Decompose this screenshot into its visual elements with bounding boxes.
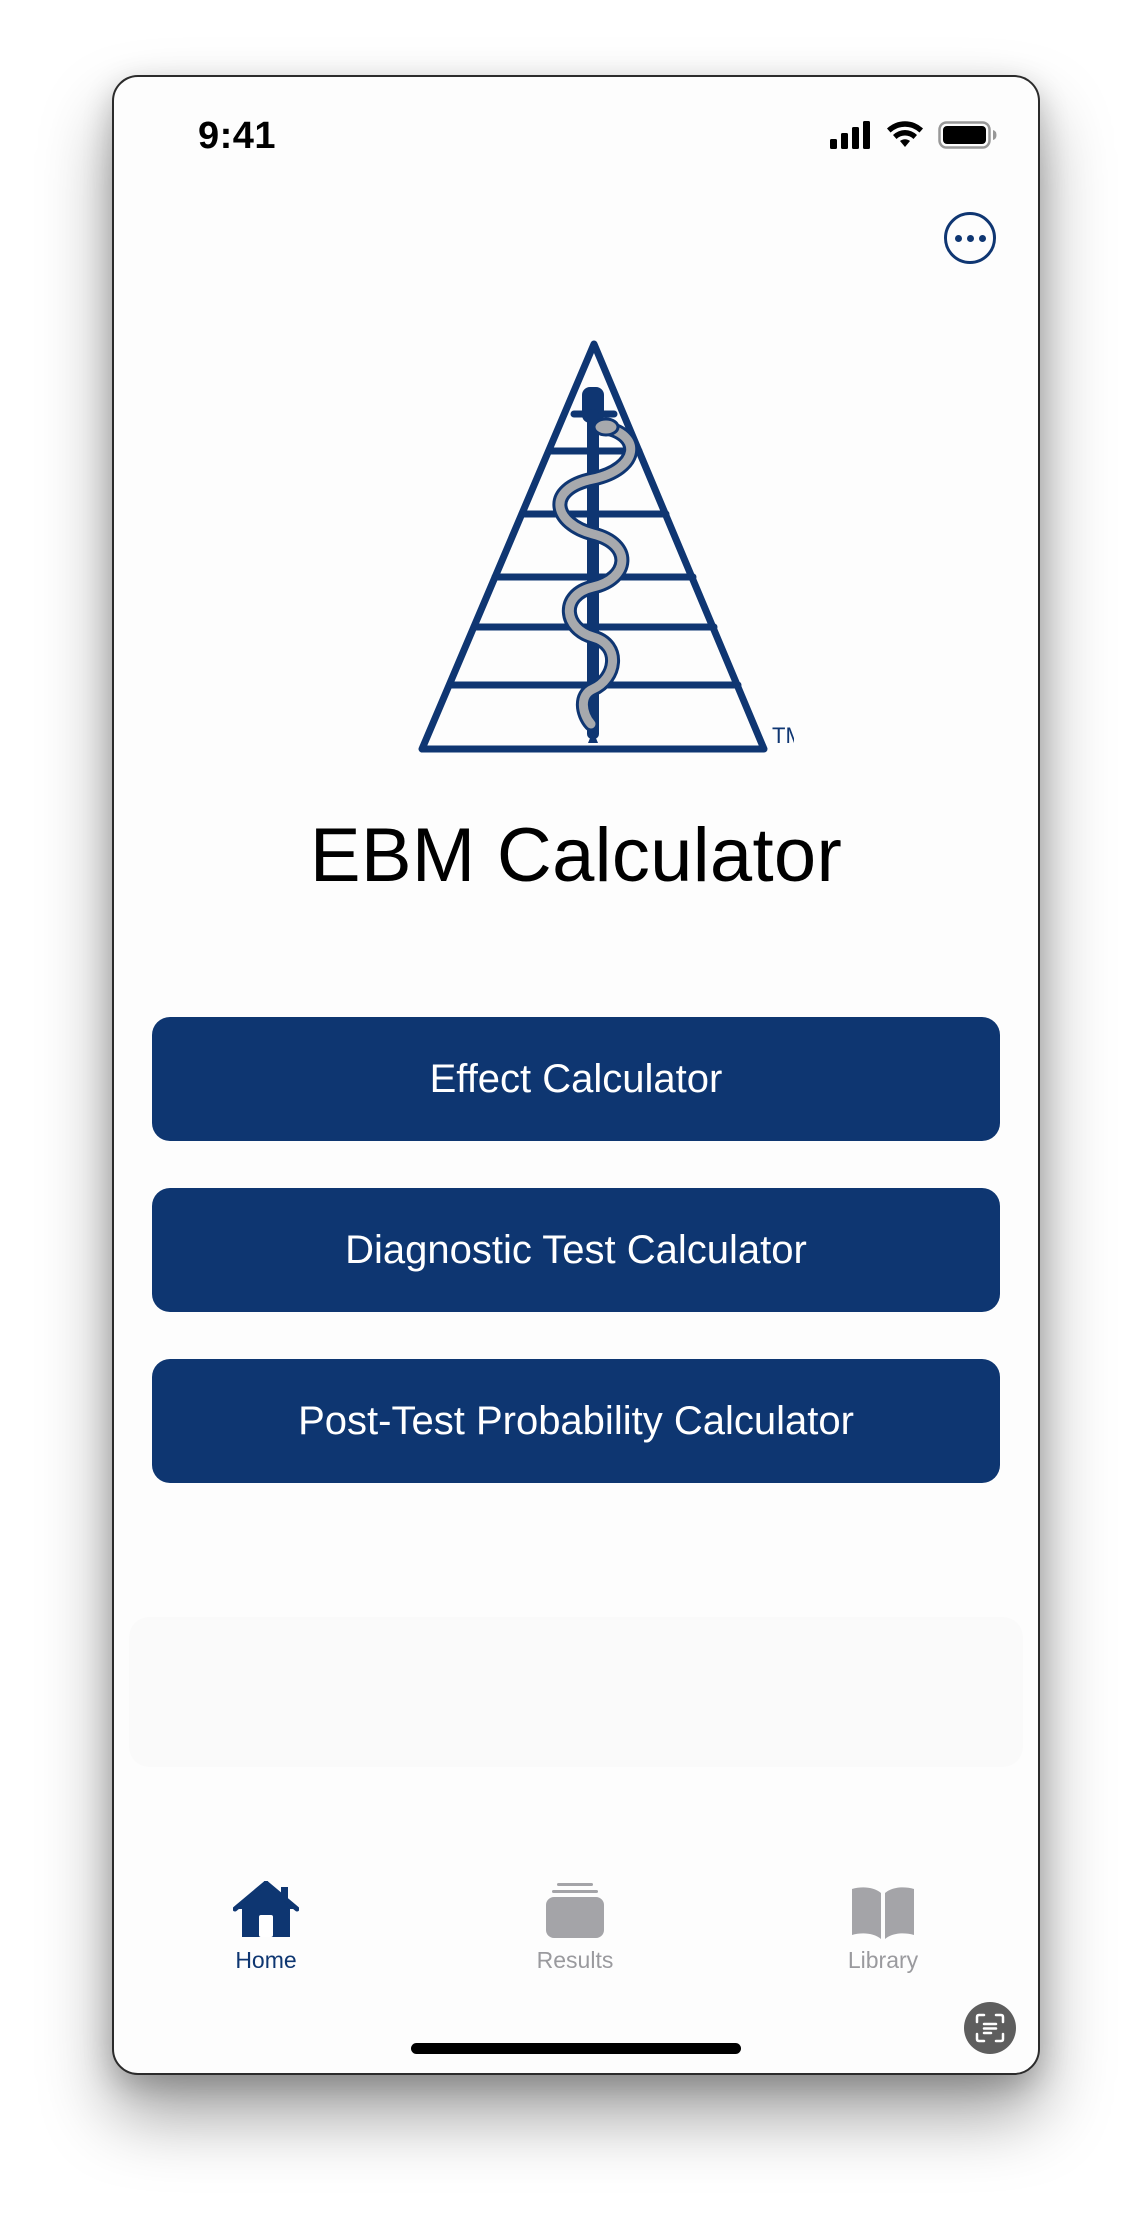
live-text-scan-button[interactable]	[964, 2002, 1016, 2054]
phone-screen: 9:41 T EBM Calculator Effect Calculator …	[112, 75, 1040, 2075]
home-indicator[interactable]	[411, 2043, 741, 2054]
tab-library-icon-wrap	[850, 1877, 916, 1939]
rod-of-asclepius-icon	[552, 387, 638, 743]
app-title: EBM Calculator	[309, 813, 843, 898]
signal-icon	[830, 121, 870, 149]
trademark-text: TM	[772, 723, 794, 748]
tab-library-label: Library	[847, 1947, 919, 1973]
battery-icon	[938, 121, 997, 149]
post-test-probability-calculator-button[interactable]: Post-Test Probability Calculator	[152, 1359, 1000, 1483]
diagnostic-test-calculator-button[interactable]: Diagnostic Test Calculator	[152, 1188, 1000, 1312]
stage: 9:41 T EBM Calculator Effect Calculator …	[0, 0, 1148, 2220]
status-icons	[830, 121, 998, 149]
status-time: 9:41	[198, 115, 277, 157]
stack-icon	[546, 1883, 604, 1938]
book-icon	[852, 1887, 914, 1939]
tab-results-icon-wrap	[545, 1877, 605, 1939]
ellipsis-circle-icon	[954, 234, 962, 242]
effect-calculator-button[interactable]: Effect Calculator	[152, 1017, 1000, 1141]
ellipsis-dot	[966, 234, 974, 242]
faint-media-overlay	[129, 1617, 1023, 1767]
more-options-button[interactable]	[944, 212, 996, 264]
tab-home-icon-wrap	[233, 1877, 299, 1939]
tab-results-label: Results	[536, 1947, 614, 1973]
tab-home-label: Home	[235, 1947, 297, 1973]
tab-results[interactable]: Results	[475, 1877, 675, 1987]
house-icon	[233, 1881, 299, 1937]
wifi-icon	[887, 121, 923, 147]
text-scan-icon	[975, 2013, 1005, 2043]
tab-home[interactable]: Home	[166, 1877, 366, 1987]
app-logo: TM	[418, 340, 794, 753]
ellipsis-dot	[978, 234, 986, 242]
tab-library[interactable]: Library	[783, 1877, 983, 1987]
tab-bar: Home Results Library	[114, 1877, 1038, 2007]
